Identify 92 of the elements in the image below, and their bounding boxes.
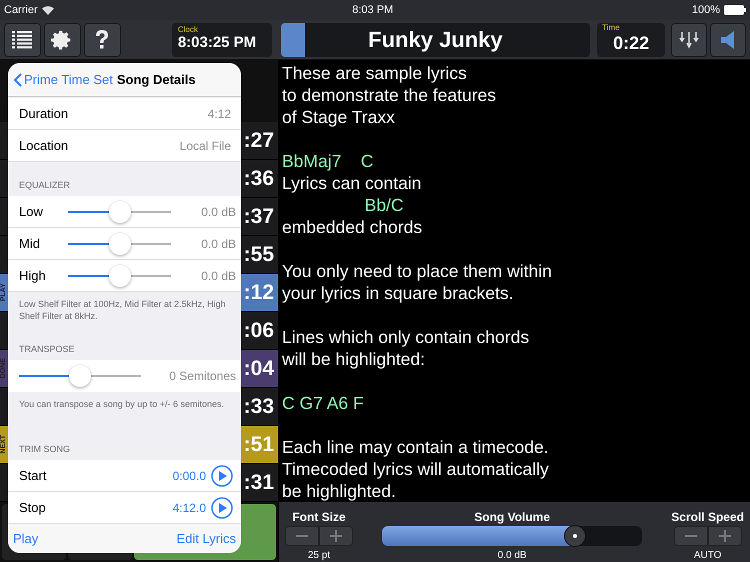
info-label: Duration	[19, 104, 68, 123]
chord-line: Bb/C	[364, 194, 405, 216]
time-label: Time	[602, 24, 621, 32]
wifi-icon	[42, 6, 54, 14]
lyric-line: your lyrics in square brackets.	[282, 282, 514, 304]
clock-label: Clock	[178, 26, 199, 34]
info-value: Local File	[180, 138, 231, 154]
down-arrows-icon	[679, 30, 700, 50]
play-link[interactable]: Play	[13, 528, 38, 548]
lyric-line: Lines which only contain chords	[282, 326, 530, 348]
transpose-reading: 0 Semitones	[169, 368, 236, 385]
transpose-note: You can transpose a song by up to +/- 6 semitones.	[19, 398, 226, 410]
trim-value[interactable]: 0:00.0	[172, 466, 206, 484]
edit-lyrics-link[interactable]: Edit Lyrics	[176, 528, 236, 548]
carrier-label: Carrier	[4, 2, 38, 18]
info-label: Location	[19, 136, 68, 155]
lyric-line: of Stage Traxx	[282, 106, 396, 128]
font-size-value: 25 pt	[308, 549, 330, 562]
section-header: TRANSPOSE	[19, 342, 75, 356]
slider-thumb[interactable]	[69, 365, 91, 387]
trim-value[interactable]: 4:12.0	[172, 498, 206, 516]
settings-button[interactable]	[44, 22, 81, 56]
info-value: 4:12	[208, 106, 231, 122]
clock-time: 8:03:25 PM	[178, 34, 258, 53]
song-duration: :31	[244, 470, 274, 496]
help-button[interactable]	[84, 22, 121, 56]
song-duration: :55	[244, 242, 274, 268]
minus-icon	[684, 535, 697, 537]
section-header: EQUALIZER	[19, 178, 70, 192]
lyric-line: embedded chords	[282, 216, 424, 238]
lyric-line: will be highlighted:	[282, 348, 426, 370]
plus-button[interactable]	[708, 526, 742, 546]
lyric-line: to demonstrate the features	[282, 84, 498, 106]
back-button[interactable]: Prime Time Set	[13, 70, 113, 90]
battery-label: 100%	[692, 2, 720, 18]
song-title: Funky Junky	[367, 26, 504, 54]
plus-icon	[330, 530, 342, 542]
song-duration: :33	[244, 394, 274, 420]
band-reading: 0.0 dB	[201, 236, 236, 252]
speaker-button[interactable]	[710, 22, 746, 56]
battery-icon	[724, 5, 746, 15]
song-duration: :12	[244, 280, 274, 306]
slider-thumb[interactable]	[108, 232, 130, 254]
slider-thumb[interactable]	[108, 200, 130, 222]
lyric-line: Each line may contain a timecode.	[282, 436, 550, 458]
scroll-speed-label: Scroll Speed	[671, 509, 744, 526]
chord-line: BbMaj7 C	[282, 150, 374, 172]
speaker-icon	[720, 30, 736, 50]
equalizer-note: Low Shelf Filter at 100Hz, Mid Filter at 2.5kHz, High Shelf Filter at 8kHz.	[19, 298, 227, 322]
volume-thumb[interactable]	[564, 525, 586, 547]
minus-button[interactable]	[285, 526, 319, 546]
band-label: Low	[19, 202, 44, 221]
lyric-line: Lyrics can contain	[282, 172, 422, 194]
trim-label: Start	[19, 466, 46, 485]
song-duration: :27	[244, 128, 274, 154]
back-chevron-icon	[13, 72, 22, 86]
section-header: TRIM SONG	[19, 442, 70, 456]
song-volume-value: 0.0 dB	[498, 549, 527, 562]
font-size-label: Font Size	[292, 509, 346, 526]
lyric-line: These are sample lyrics	[282, 62, 468, 84]
help-icon	[94, 28, 110, 50]
song-duration: :51	[244, 432, 274, 458]
chord-line: C G7 A6 F	[282, 392, 365, 414]
trim-label: Stop	[19, 498, 46, 517]
elapsed-time: 0:22	[612, 32, 650, 55]
popover-title: Song Details	[116, 70, 196, 89]
play-icon[interactable]	[211, 464, 233, 486]
status-time: 8:03 PM	[352, 2, 394, 18]
band-reading: 0.0 dB	[201, 268, 236, 284]
band-label: Mid	[19, 234, 41, 253]
lyric-line: You only need to place them within	[282, 260, 553, 282]
list-icon	[12, 30, 32, 48]
plus-button[interactable]	[319, 526, 353, 546]
song-duration: :36	[244, 166, 274, 192]
band-reading: 0.0 dB	[201, 204, 236, 220]
minus-icon	[296, 535, 308, 537]
minus-button[interactable]	[674, 526, 708, 546]
scroll-down-button[interactable]	[671, 22, 708, 56]
slider-thumb[interactable]	[108, 264, 130, 286]
band-label: High	[19, 266, 47, 285]
song-duration: :06	[244, 318, 274, 344]
lyric-line: Timecoded lyrics will automatically	[282, 458, 550, 480]
play-icon[interactable]	[211, 496, 233, 518]
song-duration: :37	[244, 204, 274, 230]
song-volume-label: Song Volume	[474, 509, 550, 526]
lyric-line: be highlighted.	[282, 480, 397, 502]
volume-slider[interactable]	[382, 526, 642, 546]
scroll-speed-value: AUTO	[694, 549, 722, 562]
plus-icon	[718, 530, 731, 542]
settings-icon	[51, 28, 74, 50]
song-duration: :04	[244, 356, 274, 382]
menu-button[interactable]	[4, 22, 41, 56]
